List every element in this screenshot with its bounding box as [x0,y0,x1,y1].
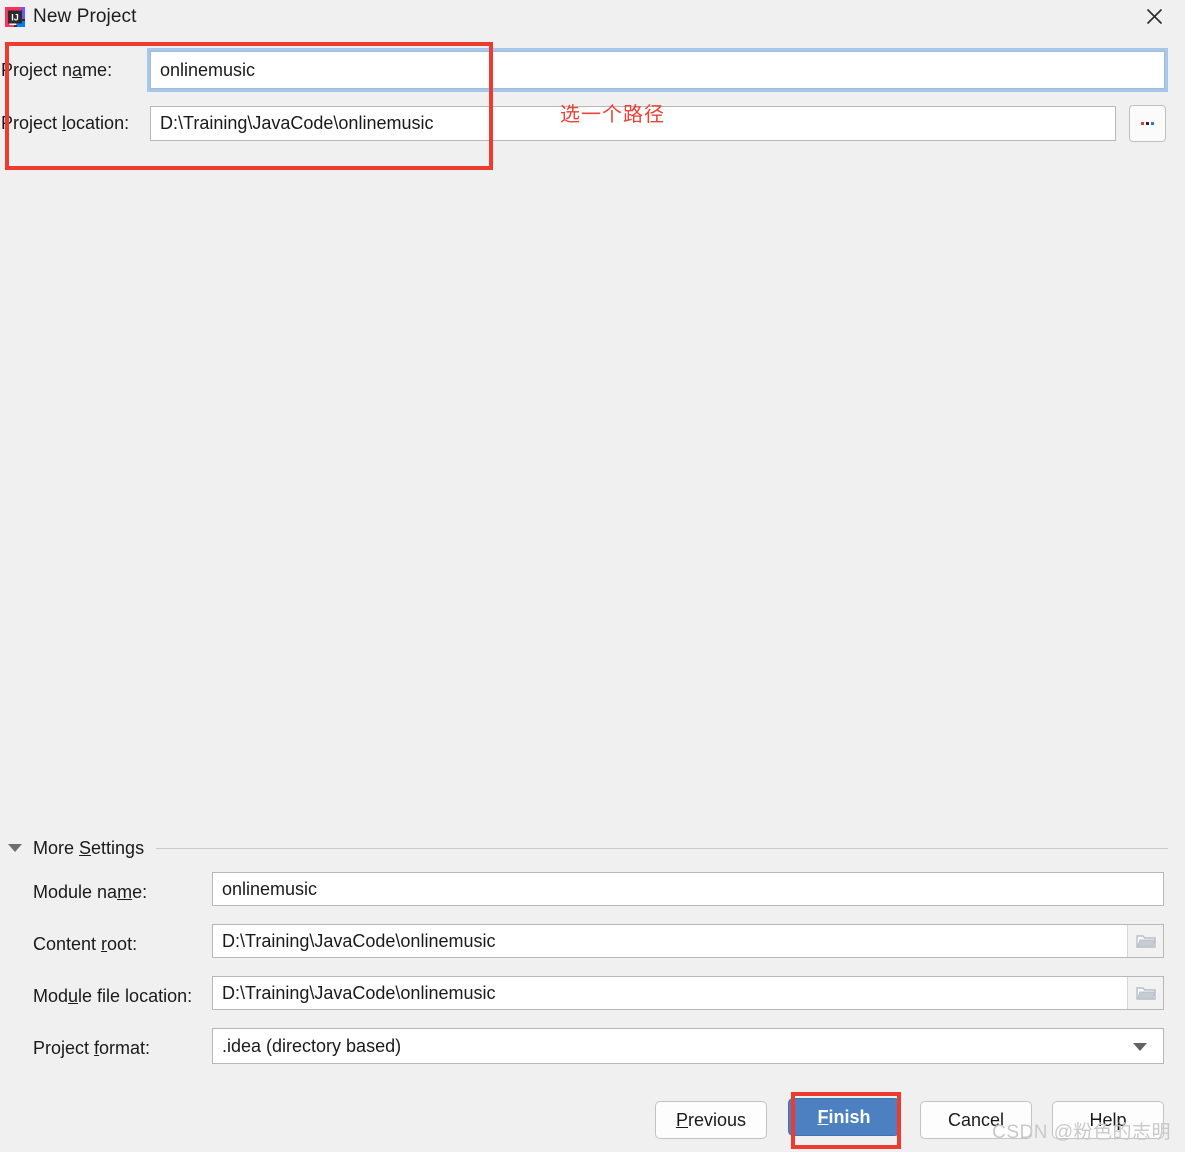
more-settings-toggle[interactable]: More Settings [8,836,1168,860]
folder-icon [1135,987,1156,1000]
finish-button[interactable]: Finish [788,1098,900,1136]
project-name-label: Project name: [1,60,113,80]
browse-project-location-button[interactable] [1129,105,1166,142]
chevron-down-icon[interactable] [1133,1043,1147,1051]
intellij-idea-icon: IJ [4,6,26,28]
folder-icon [1135,935,1156,948]
content-root-label: Content root: [33,934,138,954]
project-format-label: Project format: [33,1038,151,1058]
module-file-location-value: D:\Training\JavaCode\onlinemusic [222,982,496,1003]
project-name-value: onlinemusic [160,59,256,80]
svg-text:IJ: IJ [11,13,19,23]
module-file-location-input[interactable]: D:\Training\JavaCode\onlinemusic [212,976,1164,1010]
help-button[interactable]: Help [1052,1101,1164,1139]
content-root-input[interactable]: D:\Training\JavaCode\onlinemusic [212,924,1164,958]
title-bar: IJ New Project [0,0,1185,33]
close-icon[interactable] [1131,1,1177,32]
module-file-location-label: Module file location: [33,986,193,1006]
project-location-value: D:\Training\JavaCode\onlinemusic [160,113,434,133]
triangle-down-icon [8,844,22,852]
annotation-text-path: 选一个路径 [560,104,665,126]
content-root-value: D:\Training\JavaCode\onlinemusic [222,930,496,951]
previous-button[interactable]: Previous [655,1101,767,1139]
module-name-input[interactable]: onlinemusic [212,872,1164,906]
more-settings-label: More Settings [33,837,145,858]
project-name-input[interactable]: onlinemusic [147,48,1168,92]
project-format-value: .idea (directory based) [222,1035,402,1056]
browse-module-file-location-button[interactable] [1127,977,1163,1009]
project-format-combobox[interactable]: .idea (directory based) [212,1028,1164,1064]
browse-content-root-button[interactable] [1127,925,1163,957]
module-name-value: onlinemusic [222,878,318,899]
window-title: New Project [33,6,137,27]
section-divider [156,847,1168,849]
ellipsis-icon [1141,122,1154,125]
project-location-label: Project location: [1,113,130,133]
module-name-label: Module name: [33,882,148,902]
cancel-button[interactable]: Cancel [920,1101,1032,1139]
